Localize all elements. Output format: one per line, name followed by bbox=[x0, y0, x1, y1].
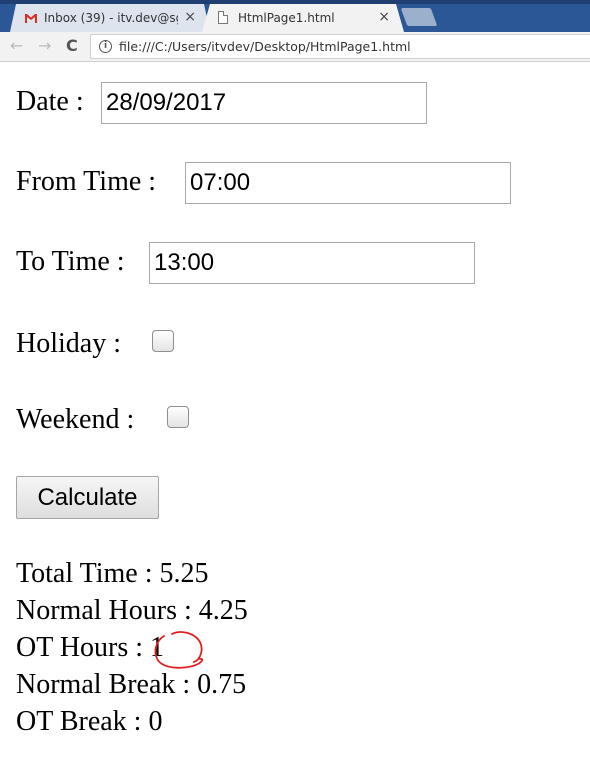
tab-gmail-inbox[interactable]: Inbox (39) - itv.dev@sg.f × bbox=[10, 4, 210, 32]
from-time-label: From Time : bbox=[16, 166, 157, 197]
close-icon[interactable]: × bbox=[378, 9, 390, 25]
window-frame bbox=[0, 0, 590, 4]
tab-htmlpage1[interactable]: HtmlPage1.html × bbox=[202, 4, 404, 32]
tab-title: HtmlPage1.html bbox=[238, 11, 335, 25]
holiday-label: Holiday : bbox=[16, 328, 121, 359]
close-icon[interactable]: × bbox=[184, 9, 196, 25]
reload-icon[interactable]: C bbox=[66, 38, 78, 54]
total-time-result: Total Time : 5.25 bbox=[16, 558, 209, 589]
info-icon[interactable]: i bbox=[99, 40, 112, 53]
address-bar[interactable]: i file:///C:/Users/itvdev/Desktop/HtmlPa… bbox=[90, 34, 590, 59]
to-time-input[interactable] bbox=[149, 242, 475, 284]
browser-toolbar: ← → C i file:///C:/Users/itvdev/Desktop/… bbox=[0, 32, 590, 62]
tab-title: Inbox (39) - itv.dev@sg.f bbox=[44, 11, 178, 25]
from-time-input[interactable] bbox=[185, 162, 511, 204]
calculate-button[interactable]: Calculate bbox=[16, 476, 159, 519]
to-time-label: To Time : bbox=[16, 246, 125, 277]
tab-strip: Inbox (39) - itv.dev@sg.f × HtmlPage1.ht… bbox=[0, 0, 590, 34]
date-input[interactable] bbox=[101, 82, 427, 124]
date-label: Date : bbox=[16, 86, 84, 117]
weekend-label: Weekend : bbox=[16, 404, 135, 435]
back-arrow-icon[interactable]: ← bbox=[10, 38, 23, 54]
weekend-checkbox[interactable] bbox=[167, 406, 189, 428]
ot-break-result: OT Break : 0 bbox=[16, 706, 163, 737]
forward-arrow-icon[interactable]: → bbox=[38, 38, 51, 54]
page-icon bbox=[218, 11, 228, 24]
normal-break-result: Normal Break : 0.75 bbox=[16, 669, 247, 700]
normal-hours-result: Normal Hours : 4.25 bbox=[16, 595, 248, 626]
gmail-icon bbox=[24, 11, 38, 25]
url-text[interactable]: file:///C:/Users/itvdev/Desktop/HtmlPage… bbox=[119, 39, 411, 54]
annotation-circle bbox=[154, 631, 204, 669]
ot-hours-result: OT Hours : 1 bbox=[16, 632, 165, 663]
holiday-checkbox[interactable] bbox=[152, 330, 174, 352]
new-tab-button[interactable] bbox=[400, 8, 438, 26]
